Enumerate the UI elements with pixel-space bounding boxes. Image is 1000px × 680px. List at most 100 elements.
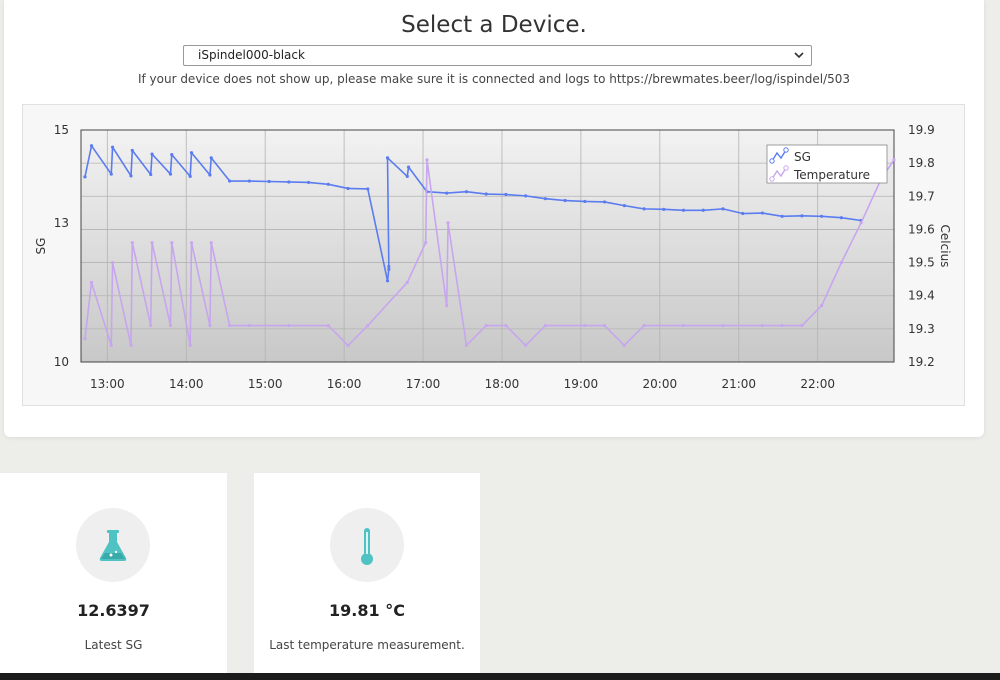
x-tick-label: 18:00 bbox=[485, 377, 520, 391]
temperature-data-point bbox=[484, 323, 488, 328]
sg-data-point bbox=[563, 198, 567, 203]
sg-data-point bbox=[326, 182, 330, 186]
device-select-value: iSpindel000-black bbox=[198, 48, 305, 62]
temperature-data-point bbox=[228, 323, 232, 328]
thermometer-icon-circle bbox=[330, 508, 404, 582]
x-tick-label: 19:00 bbox=[564, 377, 599, 391]
y-tick-label-right: 19.4 bbox=[908, 289, 935, 303]
sg-data-point bbox=[464, 190, 469, 194]
temperature-data-point bbox=[780, 323, 784, 328]
sg-data-point bbox=[839, 216, 843, 220]
flask-icon bbox=[99, 530, 127, 561]
temperature-data-point bbox=[760, 323, 765, 328]
sg-data-point bbox=[406, 165, 411, 169]
y-tick-label-left: 13 bbox=[54, 216, 69, 230]
temperature-data-point bbox=[446, 221, 450, 225]
y-tick-label-right: 19.5 bbox=[908, 256, 935, 270]
temperature-data-point bbox=[464, 343, 469, 348]
sg-data-point bbox=[524, 194, 528, 198]
temperature-data-point bbox=[110, 260, 115, 265]
temperature-data-point bbox=[247, 323, 251, 328]
y-tick-label-right: 19.6 bbox=[908, 222, 935, 236]
temperature-data-point bbox=[681, 323, 686, 328]
x-tick-label: 20:00 bbox=[643, 377, 678, 391]
sg-data-point bbox=[387, 264, 391, 269]
temperature-card: 19.81 °C Last temperature measurement. bbox=[254, 473, 480, 680]
y-tick-label-right: 19.3 bbox=[908, 322, 935, 336]
y-tick-label-right: 19.2 bbox=[908, 355, 935, 369]
thermometer-icon bbox=[361, 528, 373, 565]
temperature-data-point bbox=[424, 241, 428, 245]
temperature-data-point bbox=[89, 280, 94, 285]
sg-data-point bbox=[504, 192, 508, 197]
temperature-data-point bbox=[839, 260, 843, 265]
sg-data-point bbox=[800, 214, 804, 218]
x-tick-label: 16:00 bbox=[327, 377, 362, 391]
sg-data-point bbox=[721, 207, 725, 211]
sg-data-point bbox=[267, 179, 271, 184]
temperature-data-point bbox=[109, 343, 113, 348]
x-tick-label: 15:00 bbox=[248, 377, 283, 391]
sg-data-point bbox=[445, 191, 449, 195]
temperature-data-point bbox=[83, 337, 87, 341]
temperature-data-point bbox=[642, 323, 646, 328]
temperature-data-point bbox=[287, 323, 291, 328]
temperature-data-point bbox=[602, 323, 607, 328]
sg-data-point bbox=[346, 186, 350, 191]
temperature-data-point bbox=[188, 343, 192, 348]
sg-data-point bbox=[681, 208, 686, 212]
sg-data-point bbox=[385, 279, 390, 283]
sg-data-point bbox=[662, 207, 666, 211]
temperature-data-point bbox=[209, 241, 213, 245]
temperature-data-point bbox=[800, 323, 804, 328]
temperature-data-point bbox=[346, 343, 350, 348]
temperature-data-point bbox=[150, 241, 154, 245]
sg-data-point bbox=[484, 192, 488, 196]
device-select[interactable]: iSpindel000-black bbox=[183, 45, 812, 66]
temperature-data-point bbox=[189, 241, 194, 245]
sg-data-point bbox=[150, 152, 154, 156]
temperature-data-point bbox=[208, 323, 212, 328]
temperature-data-point bbox=[129, 343, 133, 348]
sg-data-point bbox=[129, 174, 133, 178]
sg-data-point bbox=[130, 148, 134, 153]
y-tick-label-right: 19.9 bbox=[908, 123, 935, 137]
sg-legend-marker bbox=[769, 158, 775, 164]
temperature-data-point bbox=[583, 323, 587, 328]
temperature-data-point bbox=[820, 304, 824, 308]
sg-data-point bbox=[366, 187, 370, 191]
sg-legend-marker bbox=[783, 147, 789, 153]
sg-data-point bbox=[149, 172, 153, 177]
x-tick-label: 14:00 bbox=[169, 377, 204, 391]
sg-data-point bbox=[385, 156, 390, 160]
temperature-label: Last temperature measurement. bbox=[269, 638, 465, 652]
device-help-text: If your device does not show up, please … bbox=[137, 72, 851, 86]
x-tick-label: 22:00 bbox=[800, 377, 835, 391]
sg-data-point bbox=[583, 199, 587, 204]
temperature-data-point bbox=[130, 241, 134, 245]
x-tick-label: 13:00 bbox=[90, 377, 125, 391]
sg-data-point bbox=[109, 172, 113, 176]
chevron-down-icon bbox=[794, 52, 804, 59]
sg-data-point bbox=[741, 211, 745, 216]
x-tick-label: 21:00 bbox=[721, 377, 756, 391]
sg-data-point bbox=[622, 204, 626, 208]
bottom-bar bbox=[0, 673, 1000, 680]
temperature-data-point bbox=[892, 158, 896, 162]
temperature-data-point bbox=[170, 241, 174, 245]
sg-data-point bbox=[83, 175, 87, 179]
sg-data-point bbox=[602, 200, 607, 204]
sg-data-point bbox=[189, 151, 194, 155]
sg-data-point bbox=[780, 214, 784, 218]
y-tick-label-right: 19.8 bbox=[908, 156, 935, 170]
temperature-data-point bbox=[326, 323, 330, 328]
sg-data-point bbox=[188, 174, 192, 178]
page-title: Select a Device. bbox=[401, 12, 587, 38]
sg-data-point bbox=[209, 156, 213, 160]
temperature-data-point bbox=[721, 323, 725, 328]
sg-data-point bbox=[701, 208, 705, 212]
sg-temperature-chart: 15 13 10 19.9 19.8 19.7 19.6 19.5 19.4 19.3 19.2 13… bbox=[34, 123, 952, 391]
sg-data-point bbox=[287, 180, 291, 184]
temperature-data-point bbox=[543, 323, 547, 328]
sg-data-point bbox=[820, 214, 824, 218]
